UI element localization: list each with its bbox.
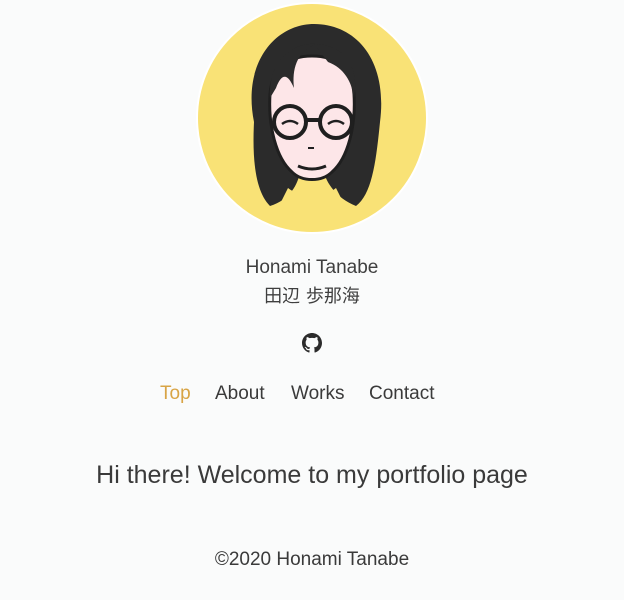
github-icon (302, 333, 322, 353)
footer-copyright: ©2020 Honami Tanabe (214, 549, 410, 570)
nav-works[interactable]: Works (291, 382, 344, 406)
profile-avatar (196, 2, 428, 234)
profile-name-ja: 田辺 歩那海 (264, 286, 360, 307)
github-link[interactable] (302, 333, 322, 353)
nav-about[interactable]: About (215, 382, 265, 406)
profile-name-en: Honami Tanabe (245, 257, 379, 278)
nav-top[interactable]: Top (160, 382, 191, 406)
portrait-illustration (196, 2, 428, 234)
nav-contact[interactable]: Contact (369, 382, 434, 406)
welcome-heading: Hi there! Welcome to my portfolio page (96, 461, 528, 489)
main-nav: Top About Works Contact (0, 382, 624, 408)
